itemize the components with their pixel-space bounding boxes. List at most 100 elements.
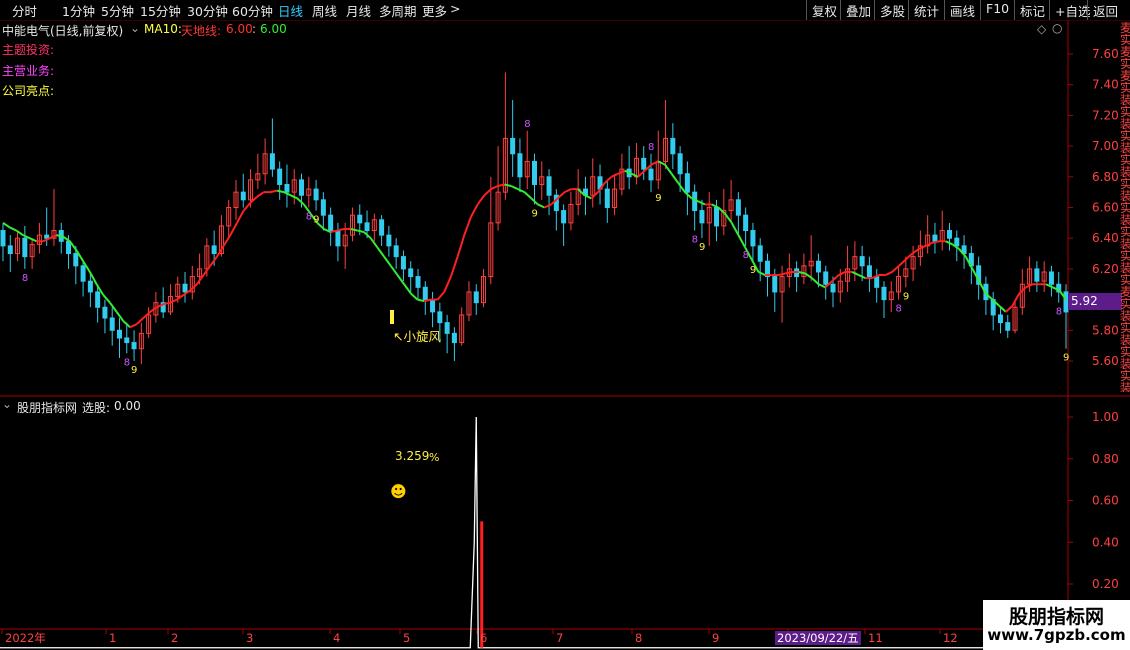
ma10-segment (517, 188, 525, 194)
td-marker: 8 (306, 212, 312, 223)
ma10-segment (510, 185, 519, 190)
candle-body (408, 268, 414, 278)
price-tick-label: 6.40 (1092, 231, 1119, 245)
period-tab-0[interactable]: 分时 (12, 1, 37, 20)
candle-body (109, 317, 115, 331)
candle-body (44, 234, 50, 239)
info-highlights: 公司亮点: (2, 84, 55, 98)
price-tick-label: 6.60 (1092, 201, 1119, 215)
td-marker: 9 (131, 365, 137, 376)
indicator-tick-label: 1.00 (1092, 410, 1119, 424)
ma10-segment (838, 271, 846, 276)
info-theme: 主题投资: (2, 43, 55, 57)
ma10-segment (670, 173, 680, 184)
kline-chart[interactable]: 7.60 7.40 7.20 7.00 6.80 6.60 6.40 6.20 6.00 5.80… (0, 20, 1130, 650)
ma10-segment (383, 256, 392, 267)
ma10-segment (898, 258, 907, 267)
ma10-segment (256, 191, 265, 198)
ma10-segment (631, 172, 639, 178)
candle-body (743, 214, 749, 232)
ma10-segment (858, 274, 866, 280)
period-tab-1[interactable]: 1分钟 (62, 1, 95, 20)
ma10-segment (115, 311, 125, 322)
date-label: 12 (943, 631, 958, 645)
date-label: 2022年 (5, 631, 46, 645)
price-tick-label: 7.20 (1092, 108, 1119, 122)
period-tab-7[interactable]: 周线 (312, 1, 337, 20)
candle-body (95, 291, 101, 308)
ma10-segment (236, 210, 245, 224)
ma10-segment (1005, 305, 1014, 313)
period-tab-10[interactable]: 更多 (422, 1, 447, 20)
toolbar-button-5[interactable]: F10 (980, 0, 1014, 20)
candle-body (866, 265, 872, 278)
ma10-segment (490, 185, 499, 190)
td-marker: 8 (22, 273, 28, 284)
ma10-segment (1011, 292, 1021, 307)
select-label: 选股: (82, 401, 111, 415)
toolbar-button-3[interactable]: 统计 (908, 0, 944, 20)
ma10-segment (811, 277, 820, 285)
ma10-segment (350, 228, 358, 232)
candle-body (670, 137, 676, 155)
toolbar-button-0[interactable]: 复权 (806, 0, 842, 20)
candle-body (772, 276, 778, 293)
toolbar-button-2[interactable]: 多股 (874, 0, 910, 20)
ma10-segment (410, 292, 419, 301)
ma10-segment (925, 241, 933, 247)
candle-body (364, 222, 370, 232)
more-arrow-icon[interactable]: > (450, 1, 460, 16)
price-tick-label: 7.40 (1092, 78, 1119, 92)
circle-icon[interactable]: ○ (1052, 21, 1062, 35)
period-tab-2[interactable]: 5分钟 (101, 1, 134, 20)
candle-body (714, 207, 720, 227)
indicator-tick-label: 0.20 (1092, 577, 1119, 591)
date-label: 7 (556, 631, 563, 645)
ma10-segment (737, 234, 746, 248)
ma10-segment (677, 182, 686, 193)
period-tab-8[interactable]: 月线 (346, 1, 371, 20)
toolbar-button-8[interactable]: 返回 (1087, 0, 1123, 20)
td-marker: 9 (699, 242, 705, 253)
candle-body (102, 306, 108, 319)
ma10-segment (470, 203, 479, 218)
candle-body (1048, 271, 1054, 285)
period-tab-4[interactable]: 30分钟 (187, 1, 228, 20)
candle-body (320, 199, 326, 216)
toolbar-button-1[interactable]: 叠加 (840, 0, 876, 20)
candle-body (131, 342, 137, 350)
period-tab-6[interactable]: 日线 (278, 1, 303, 20)
period-tab-3[interactable]: 15分钟 (140, 1, 181, 20)
period-tab-9[interactable]: 多周期 (379, 1, 417, 20)
ma10-segment (283, 191, 291, 197)
toolbar-button-4[interactable]: 画线 (944, 0, 980, 20)
watermark-title: 股朋指标网 (1008, 606, 1104, 628)
ma-dropdown-icon[interactable]: ⌄ (130, 21, 140, 35)
td-marker: 9 (903, 291, 909, 302)
ma10-segment (851, 271, 860, 276)
ma10-segment (891, 265, 900, 273)
candle-body (0, 230, 6, 247)
ma-label: MA10: (144, 22, 182, 36)
ma10-segment (270, 189, 278, 194)
ma10-segment (29, 237, 37, 243)
indicator-dropdown-icon[interactable]: ⌄ (2, 397, 12, 411)
side-cutoff-text: 麦实麦实麦实装实装实装实装实装实装实装实装实麦实装实装实装实装实装实装 (1120, 22, 1130, 392)
candle-body (335, 230, 341, 247)
ma10-segment (357, 229, 365, 234)
candle-body (437, 311, 443, 324)
ma10-segment (557, 191, 566, 200)
ma10-segment (697, 200, 706, 206)
price-tick-label: 6.20 (1092, 262, 1119, 276)
period-tab-5[interactable]: 60分钟 (232, 1, 273, 20)
indicator-tick-label: 0.80 (1092, 452, 1119, 466)
diamond-icon[interactable]: ◇ (1037, 22, 1046, 36)
pattern-label: ↖小旋风 (393, 329, 441, 344)
td-marker: 8 (1056, 307, 1062, 318)
candle-body (932, 234, 938, 242)
candle-body (7, 245, 13, 255)
ma10-segment (483, 188, 492, 196)
toolbar-button-6[interactable]: 标记 (1014, 0, 1050, 20)
candle-body (859, 256, 865, 267)
candle-body (269, 153, 275, 170)
